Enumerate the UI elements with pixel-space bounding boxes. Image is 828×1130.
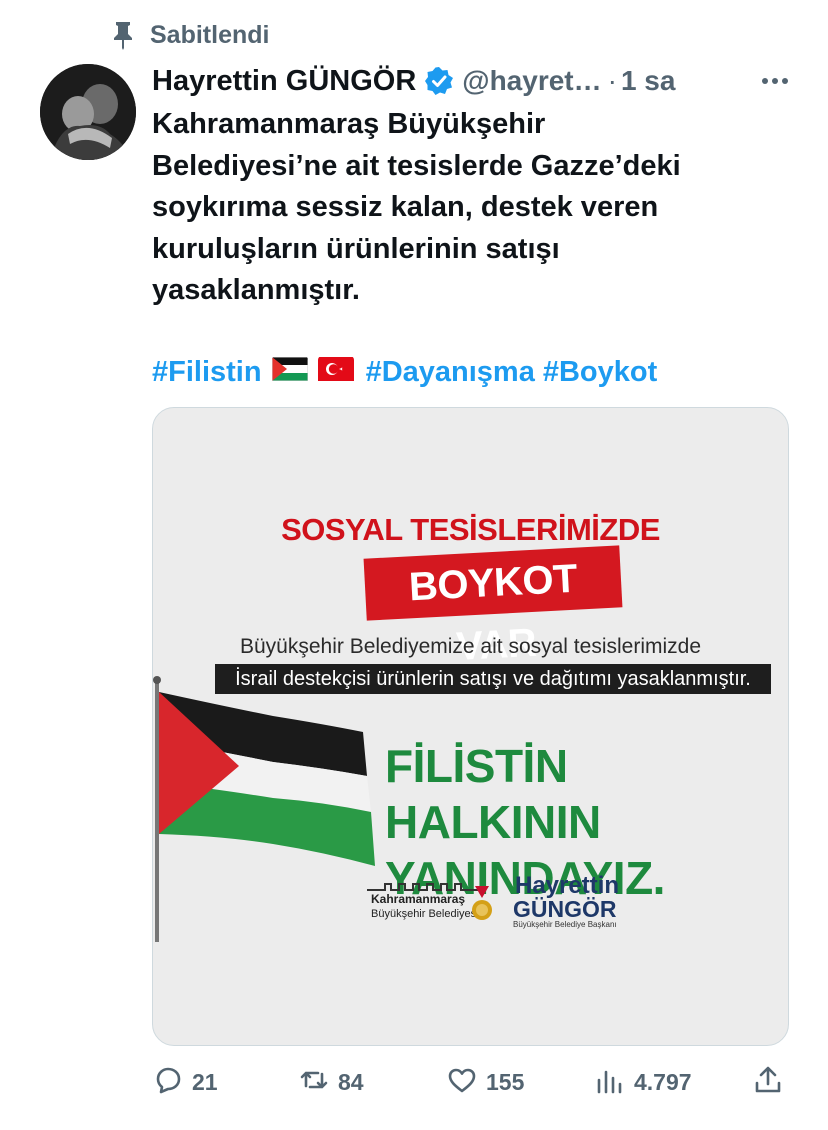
tweet-text-line: soykırıma sessiz kalan, destek veren: [152, 191, 659, 223]
repost-count: 84: [338, 1068, 364, 1095]
author-handle[interactable]: @hayret…: [462, 65, 601, 97]
heart-icon: [446, 1064, 478, 1101]
repost-icon: [298, 1064, 330, 1101]
post-time[interactable]: 1 sa: [621, 65, 676, 97]
pin-icon: [110, 20, 136, 50]
hashtag-row: #Filistin #Dayanışma #Boykot: [152, 350, 792, 394]
like-button[interactable]: 155: [446, 1062, 524, 1102]
tweet-text-line: Kahramanmaraş Büyükşehir: [152, 108, 546, 140]
reply-button[interactable]: 21: [152, 1062, 218, 1102]
avatar[interactable]: [40, 64, 136, 160]
like-count: 155: [486, 1068, 525, 1095]
reply-icon: [152, 1064, 184, 1101]
action-bar: 21 84 155 4.797: [152, 1062, 792, 1102]
pinned-label: Sabitlendi: [150, 20, 270, 49]
municipality-subtitle: Büyükşehir Belediyesi: [371, 908, 479, 920]
turkey-flag-icon: [317, 356, 354, 389]
author-name[interactable]: Hayrettin GÜNGÖR: [152, 65, 416, 98]
repost-button[interactable]: 84: [298, 1062, 364, 1102]
share-button[interactable]: [752, 1062, 784, 1102]
boykot-banner: BOYKOT VAR: [363, 545, 623, 669]
poster-text-line: Büyükşehir Belediyemize ait sosyal tesis…: [239, 635, 701, 658]
hashtag-dayanisma[interactable]: #Dayanışma: [366, 356, 535, 389]
tweet-text-line: Belediyesi’ne ait tesislerde Gazze’deki: [152, 149, 681, 182]
hashtag-filistin[interactable]: #Filistin: [152, 356, 262, 389]
slogan-line: FİLİSTİN HALKININ: [385, 740, 601, 848]
more-options-icon[interactable]: [758, 68, 792, 94]
tweet-text-line: yasaklanmıştır.: [152, 274, 360, 306]
municipality-name: Kahramanmaraş: [371, 892, 466, 906]
verified-badge-icon: [424, 66, 454, 96]
media-image[interactable]: SOSYAL TESİSLERİMİZDE BOYKOT VAR Büyükşe…: [152, 407, 789, 1046]
views-chart-icon: [594, 1064, 626, 1101]
views-button[interactable]: 4.797: [594, 1062, 692, 1102]
views-count: 4.797: [634, 1068, 692, 1095]
tweet-text: Kahramanmaraş Büyükşehir Belediyesi’ne a…: [152, 104, 792, 312]
signature-last-name: GÜNGÖR: [513, 896, 617, 922]
reply-count: 21: [192, 1068, 218, 1095]
share-icon: [752, 1064, 784, 1101]
palestine-flag-icon: [271, 356, 308, 389]
medal-icon: [471, 886, 493, 926]
separator-dot: ·: [607, 65, 617, 96]
signature-title: Büyükşehir Belediye Başkanı: [513, 920, 617, 929]
pinned-indicator: Sabitlendi: [110, 18, 269, 52]
poster-title: SOSYAL TESİSLERİMİZDE: [281, 512, 660, 547]
hashtag-boykot[interactable]: #Boykot: [543, 356, 657, 389]
tweet-header: Hayrettin GÜNGÖR @hayret… · 1 sa: [152, 58, 792, 104]
tweet-text-line: kuruluşların ürünlerinin satışı: [152, 232, 560, 265]
palestine-flag-graphic: [153, 676, 383, 956]
